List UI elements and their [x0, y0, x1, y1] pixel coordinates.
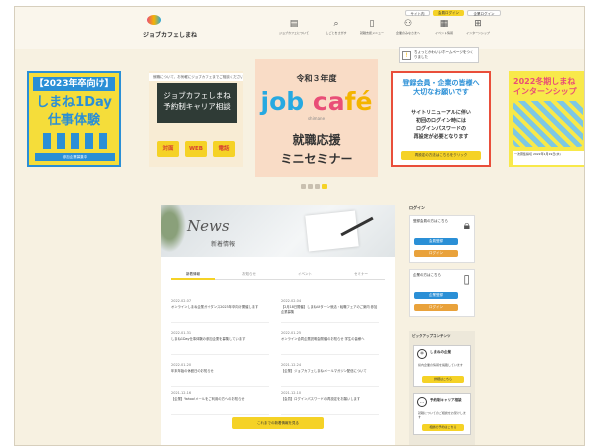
company-login-button[interactable]: 企業ログイン [467, 10, 501, 16]
news-item[interactable]: 2021.12.16 【企業】Yahoo!メールをご利用の方へのお知らせ [171, 389, 269, 415]
carousel-slide-internship[interactable]: 2022冬期しまね インターンシップ 一次募集締切 2022年1月19日(水) [509, 71, 584, 167]
card-button[interactable]: 詳細はこちら [422, 376, 464, 383]
browser-viewport: ジョブカフェしまね ▤ ジョブカフェについて ⌕ しごとをさがす ▯ 就職支援メニュー… [14, 6, 585, 446]
news-tabs: 新着情報 お知らせ イベント セミナー [171, 268, 385, 280]
news-item[interactable]: 2022.01.20 年末年始の休館日のお知らせ [171, 361, 269, 387]
slide-footer: 一次募集締切 2022年1月19日(水) [513, 151, 584, 165]
slide-title-line2: 仕事体験 [47, 113, 100, 128]
slide-body: サイトリニューアルに伴い 初回のログイン時には ログインパスワードの 再設定が必要とな… [411, 110, 471, 140]
pickup-heading: ピックアップコンテンツ [412, 334, 451, 338]
building-icon: ▤ [289, 19, 299, 29]
students-illustration-icon [513, 101, 583, 147]
card-button[interactable]: 相談の予約はこちら [422, 424, 464, 431]
carousel-pagination [301, 184, 329, 190]
news-section: News 新着情報 新着情報 お知らせ イベント セミナー 2022.02.07… [161, 205, 395, 445]
member-register-button[interactable]: 会員登録 [414, 238, 458, 245]
nav-label: インターンシップ [466, 31, 490, 35]
slide-tag: 【2023年卒向け】 [33, 77, 115, 91]
card-desc: 就職についてのご相談をお受けします [418, 411, 466, 419]
slide-strip: 就職について、お気軽にジョブカフェまでご相談ください [149, 73, 243, 81]
site-header: ジョブカフェしまね ▤ ジョブカフェについて ⌕ しごとをさがす ▯ 就職支援メニュー… [15, 7, 584, 49]
site-logo[interactable]: ジョブカフェしまね [143, 13, 207, 41]
nav-about[interactable]: ▤ ジョブカフェについて [273, 19, 315, 35]
news-item[interactable]: 2022.01.31 しまね1Day仕事体験の参加企業を募集しています [171, 329, 269, 355]
door-icon: ▯ [463, 272, 470, 286]
logo-subtitle: shimane [307, 116, 326, 121]
card-desc: 県内企業の情報を掲載しています [418, 363, 463, 367]
nav-label: ジョブカフェについて [279, 31, 309, 35]
slide-title-line1: しまね1Day [36, 95, 112, 110]
company-login-box: 企業の方はこちら ▯ 企業登録 ログイン [409, 269, 475, 317]
company-icon: ＊ [417, 349, 427, 359]
carousel-dot-active[interactable] [322, 184, 327, 189]
news-item[interactable]: 2022.02.07 オンラインしまね企業ガイダンス2023年卒向け開催します [171, 297, 269, 323]
member-login-title: 登録会員の方はこちら [413, 219, 448, 223]
pickup-card[interactable]: ＊ しまねの企業 県内企業の情報を掲載しています 詳細はこちら [413, 345, 471, 387]
company-register-button[interactable]: 企業登録 [414, 292, 458, 299]
pill-phone: 電話 [213, 141, 235, 157]
pickup-panel: ピックアップコンテンツ ＊ しまねの企業 県内企業の情報を掲載しています 詳細は… [409, 331, 475, 445]
logo-mark-icon [147, 15, 161, 25]
slide-footer: 参加企業募集中 [35, 153, 115, 161]
company-login-submit[interactable]: ログイン [414, 304, 458, 311]
news-item[interactable]: 2022.01.25 オンライン合同企業説明会開催のお知らせ 学生の皆様へ [281, 329, 379, 355]
member-login-submit[interactable]: ログイン [414, 250, 458, 257]
site-name: ジョブカフェしまね [143, 32, 198, 39]
news-script-title: News [187, 217, 230, 235]
board-line: ジョブカフェしまね [163, 91, 231, 100]
slide-title: 2022冬期しまね インターンシップ [513, 77, 577, 96]
member-login-box: 登録会員の方はこちら 🔒︎ 会員登録 ログイン [409, 215, 475, 263]
company-login-title: 企業の方はこちら [413, 273, 441, 277]
news-item[interactable]: 2021.12.10 【会員】ログインパスワードの再設定をお願いします [281, 389, 379, 415]
nav-internship[interactable]: ⊞ インターンシップ [457, 19, 499, 35]
carousel-dot[interactable] [308, 184, 313, 189]
news-hero-image: News 新着情報 [161, 205, 395, 257]
password-reset-link[interactable]: 再設定の方法はこちらをクリック [401, 151, 481, 160]
pickup-card[interactable]: … 予約制キャリア相談 就職についてのご相談をお受けします 相談の予約はこちら [413, 393, 471, 435]
login-panel: ログイン 登録会員の方はこちら 🔒︎ 会員登録 ログイン 企業の方はこちら ▯ … [409, 205, 475, 317]
slide-era: 令和３年度 [296, 74, 337, 83]
card-title: 予約制キャリア相談 [430, 398, 462, 402]
carousel-dot[interactable] [301, 184, 306, 189]
notice-text: ちょっとかわいいホームページをつくりました [414, 50, 474, 59]
map-icon: ⊞ [474, 19, 482, 29]
slide-title: 登録会員・企業の皆様へ 大切なお願いです [402, 79, 480, 96]
slide-title-line2: ミニセミナー [280, 152, 353, 166]
news-item[interactable]: 2022.02.04 【2月18日開催】しまねUIターン就活・転職フェアのご案内 … [281, 297, 379, 323]
news-item[interactable]: 2021.12.24 【企業】ジョブカフェしまねメールマガジン配信について [281, 361, 379, 387]
carousel-slide-seminar[interactable]: 令和３年度 job café shimane 就職応援 ミニセミナー [255, 59, 378, 177]
login-heading: ログイン [409, 205, 425, 210]
pill-face-to-face: 対面 [157, 141, 179, 157]
plant-icon [161, 205, 189, 257]
site-search-button[interactable]: サイト内 [405, 10, 430, 16]
board-line: 予約制キャリア相談 [163, 102, 231, 111]
chat-icon: … [417, 397, 427, 407]
carousel-slide-1day[interactable]: 【2023年卒向け】 しまね1Day 仕事体験 参加企業募集中 [27, 71, 121, 167]
alert-icon: ! [402, 51, 411, 60]
tab-event[interactable]: イベント [283, 268, 327, 280]
news-title: 新着情報 [211, 241, 236, 248]
lock-icon: 🔒︎ [463, 218, 470, 232]
slide-title-line1: 就職応援 [292, 133, 341, 147]
jobcafe-logo: job café [260, 87, 373, 116]
pill-web: WEB [185, 141, 207, 157]
carousel-slide-career[interactable]: 就職について、お気軽にジョブカフェまでご相談ください ジョブカフェしまね 予約制… [149, 71, 243, 167]
tab-notice[interactable]: お知らせ [227, 268, 271, 280]
more-news-button[interactable]: これまでの新着情報を見る [232, 417, 324, 429]
tab-seminar[interactable]: セミナー [339, 268, 383, 280]
card-title: しまねの企業 [430, 350, 451, 354]
carousel-dot[interactable] [315, 184, 320, 189]
carousel-slide-password[interactable]: 登録会員・企業の皆様へ 大切なお願いです サイトリニューアルに伴い 初回のログイン時… [391, 71, 491, 167]
member-login-button[interactable]: 会員ログイン [433, 10, 464, 16]
blackboard: ジョブカフェしまね 予約制キャリア相談 [157, 83, 237, 123]
notice-banner[interactable]: ! ちょっとかわいいホームページをつくりました [399, 47, 479, 63]
tab-new[interactable]: 新着情報 [171, 268, 215, 280]
people-illustration-icon [43, 133, 107, 149]
